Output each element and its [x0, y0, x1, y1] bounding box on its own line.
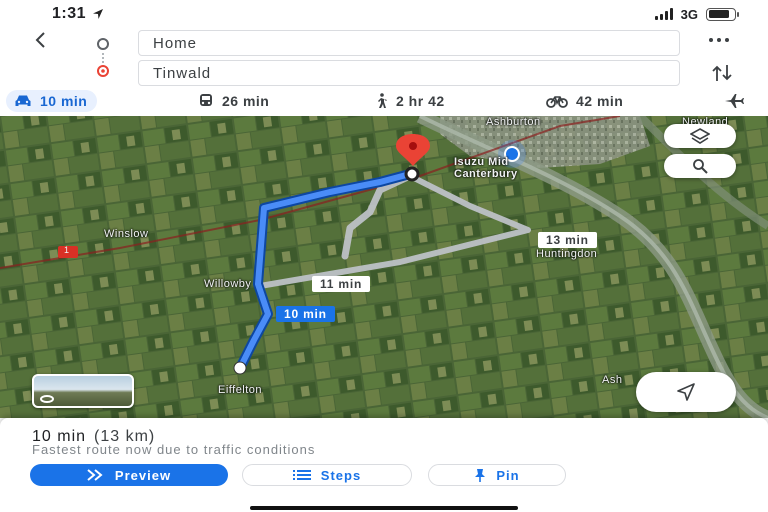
route-note: Fastest route now due to traffic conditi…: [32, 442, 316, 457]
fast-forward-icon: [87, 469, 103, 481]
back-button[interactable]: [26, 30, 56, 56]
destination-pin-icon: [97, 65, 109, 77]
street-view-thumbnail[interactable]: [32, 374, 134, 408]
list-icon: [292, 470, 311, 480]
mode-walk[interactable]: 2 hr 42: [374, 90, 445, 112]
navigation-arrow-icon: [677, 383, 695, 401]
route-chip-11-min[interactable]: 11 min: [312, 276, 371, 292]
swap-icon: [712, 65, 732, 81]
highway-shield-label: 1: [64, 245, 70, 255]
status-time-group: 1:31: [52, 5, 104, 23]
mode-transit-label: 26 min: [222, 93, 270, 109]
plane-icon: [725, 94, 744, 108]
pin-button[interactable]: Pin: [428, 464, 566, 486]
layers-icon: [690, 128, 710, 144]
destination-marker: [404, 166, 420, 182]
origin-input[interactable]: Home: [138, 30, 680, 56]
route-chip-13-min[interactable]: 13 min: [538, 232, 597, 248]
map-view[interactable]: Ashburton Newland Isuzu Mid Canterbury W…: [0, 116, 768, 418]
destination-input[interactable]: Tinwald: [138, 60, 680, 86]
mode-drive-label: 10 min: [40, 93, 88, 109]
label-winslow: Winslow: [104, 228, 149, 240]
steps-label: Steps: [320, 467, 362, 483]
route-chip-10-min[interactable]: 10 min: [276, 306, 335, 322]
status-indicators: 3G: [654, 6, 739, 22]
label-willowby: Willowby: [204, 278, 252, 290]
label-isuzu: Isuzu Mid: [454, 156, 509, 168]
preview-button[interactable]: Preview: [30, 464, 228, 486]
layers-button[interactable]: [664, 124, 736, 148]
label-huntingdon: Huntingdon: [536, 248, 598, 260]
recenter-button[interactable]: [636, 372, 736, 412]
street-view-icon: [40, 395, 54, 403]
mode-flight[interactable]: [724, 90, 744, 112]
label-ash: Ash: [602, 374, 623, 386]
car-icon: [15, 95, 31, 106]
signal-icon: [654, 8, 673, 20]
pushpin-icon: [475, 469, 486, 482]
origin-dot-icon: [97, 38, 109, 50]
bicycle-icon: [546, 96, 568, 108]
home-indicator[interactable]: [250, 506, 518, 510]
battery-level: [708, 10, 729, 18]
network-type: 3G: [680, 6, 698, 22]
more-dots-icon: [709, 38, 729, 42]
label-canterbury: Canterbury: [454, 168, 518, 180]
label-eiffelton: Eiffelton: [218, 384, 263, 396]
steps-button[interactable]: Steps: [242, 464, 412, 486]
back-arrow-icon: [35, 32, 45, 48]
swap-directions-button[interactable]: [710, 62, 734, 84]
search-icon: [693, 159, 708, 174]
route-summary-sheet[interactable]: 10 min (13 km) Fastest route now due to t…: [0, 418, 768, 512]
status-bar: 1:31 3G: [0, 0, 768, 28]
battery-icon: [706, 7, 739, 21]
status-time: 1:31: [52, 5, 87, 22]
label-ashburton: Ashburton: [486, 116, 541, 128]
transit-icon: [200, 94, 212, 106]
mode-transit[interactable]: 26 min: [198, 90, 269, 112]
travel-modes-bar: 10 min 26 min 2 hr 42 42 min: [0, 88, 768, 114]
route-connector-icon: [102, 53, 104, 63]
more-options-button[interactable]: [704, 30, 734, 52]
mode-walk-label: 2 hr 42: [396, 93, 445, 109]
walking-icon: [378, 93, 387, 108]
origin-marker: [233, 361, 247, 375]
location-arrow-icon: [93, 9, 104, 19]
mode-drive[interactable]: 10 min: [6, 90, 98, 112]
search-along-route-button[interactable]: [664, 154, 736, 178]
mode-cycle[interactable]: 42 min: [546, 90, 623, 112]
preview-label: Preview: [114, 467, 172, 483]
pin-label: Pin: [496, 467, 520, 483]
mode-cycle-label: 42 min: [576, 93, 624, 109]
